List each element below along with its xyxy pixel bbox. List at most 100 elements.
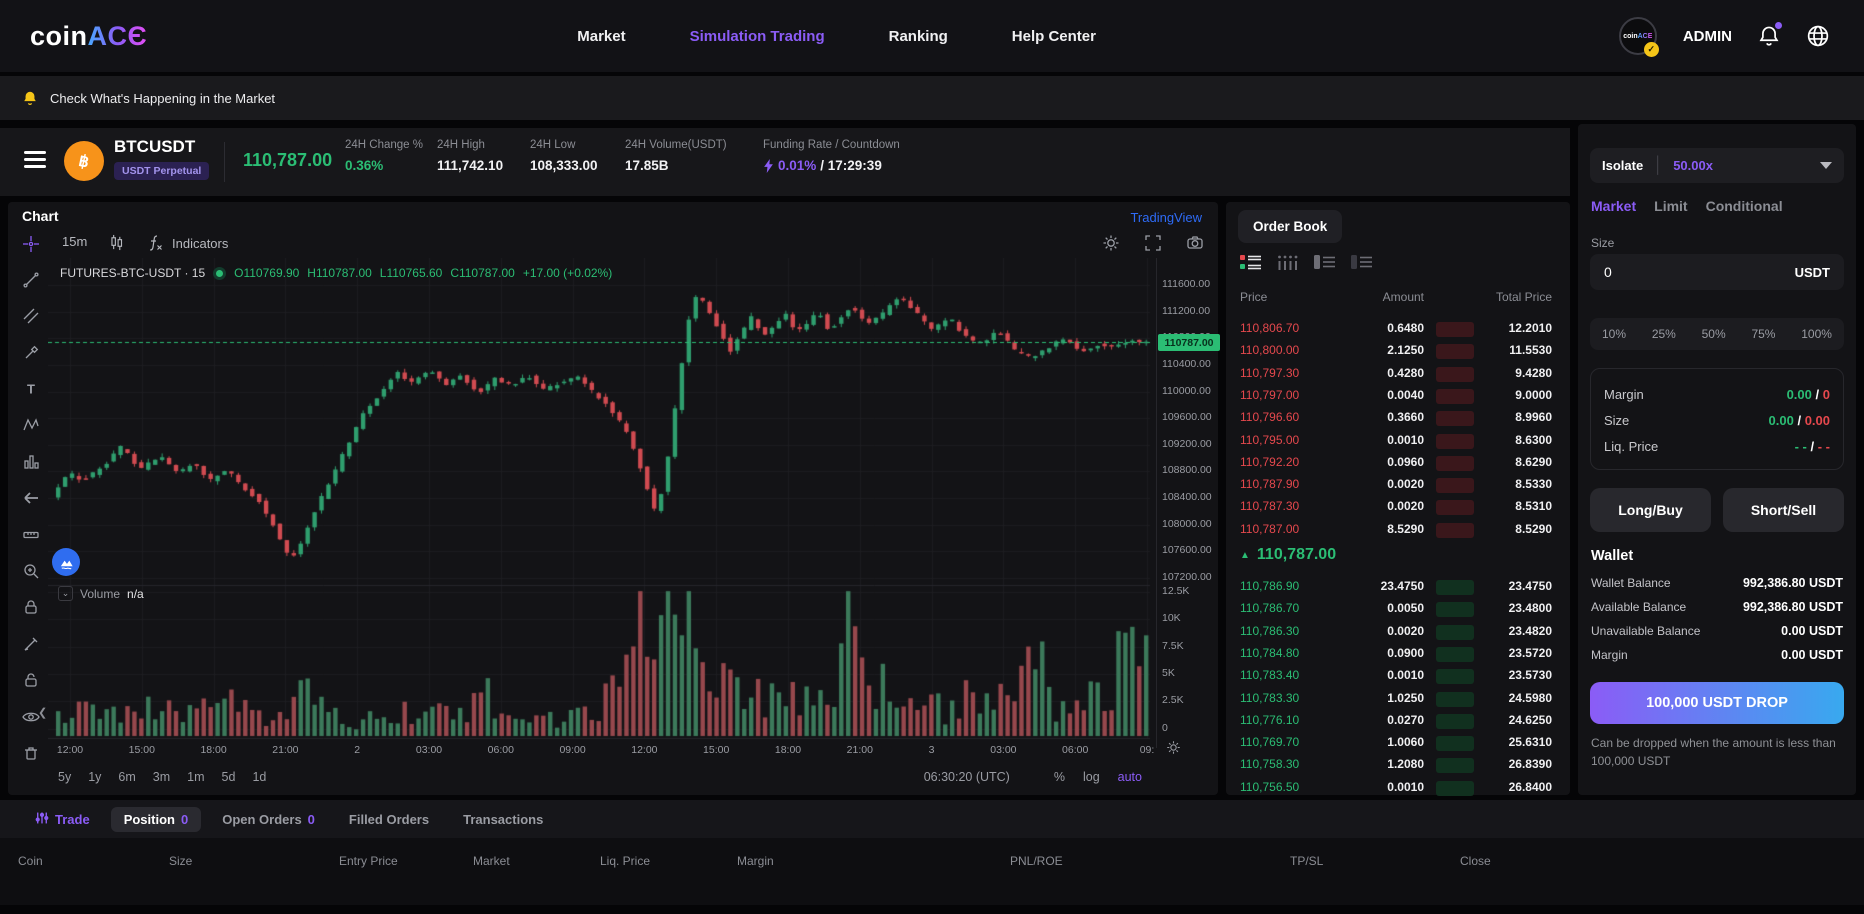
delete-icon[interactable]: [22, 743, 40, 762]
xabcd-pattern-icon[interactable]: [22, 416, 40, 435]
camera-icon[interactable]: [1186, 234, 1204, 257]
order-book-row[interactable]: 110,797.000.00409.0000: [1226, 388, 1570, 408]
order-book-row[interactable]: 110,769.701.006025.6310: [1226, 735, 1570, 755]
zoom-in-icon[interactable]: [22, 562, 40, 581]
trend-line-icon[interactable]: [22, 270, 40, 289]
candle-style-icon[interactable]: [108, 234, 125, 251]
range-button-5d[interactable]: 5d: [222, 770, 236, 784]
order-book-row[interactable]: 110,786.9023.475023.4750: [1226, 579, 1570, 599]
measure-icon[interactable]: [22, 525, 40, 544]
tab-count: 0: [308, 812, 315, 827]
order-book-row[interactable]: 110,776.100.027024.6250: [1226, 713, 1570, 733]
ob-view-bids-only-icon[interactable]: [1351, 254, 1372, 276]
symbol-name[interactable]: BTCUSDT: [114, 137, 195, 157]
order-book-row[interactable]: 110,783.400.001023.5730: [1226, 668, 1570, 688]
order-book-row[interactable]: 110,787.300.00208.5310: [1226, 499, 1570, 519]
ob-price: 110,797.30: [1240, 366, 1299, 380]
mid-price[interactable]: ▲ 110,787.00: [1240, 546, 1336, 564]
order-book-row[interactable]: 110,800.002.125011.5530: [1226, 343, 1570, 363]
unlock-icon[interactable]: [22, 671, 40, 690]
announcement-bar[interactable]: Check What's Happening in the Market: [0, 76, 1864, 120]
order-book-row[interactable]: 110,758.301.208026.8390: [1226, 757, 1570, 777]
order-book-row[interactable]: 110,786.300.002023.4820: [1226, 624, 1570, 644]
order-book-row[interactable]: 110,783.301.025024.5980: [1226, 691, 1570, 711]
percent-button-25%[interactable]: 25%: [1652, 327, 1676, 341]
order-type-tab-market[interactable]: Market: [1591, 198, 1636, 214]
order-book-row[interactable]: 110,787.900.00208.5330: [1226, 477, 1570, 497]
order-book-row[interactable]: 110,795.000.00108.6300: [1226, 433, 1570, 453]
ob-view-columns-icon[interactable]: [1277, 254, 1298, 276]
crosshair-icon[interactable]: [22, 234, 40, 253]
lock-icon[interactable]: [22, 598, 40, 617]
brand-logo[interactable]: coinACЄ: [30, 21, 147, 52]
percent-button-100%[interactable]: 100%: [1801, 327, 1832, 341]
ob-price: 110,787.30: [1240, 499, 1299, 513]
usdt-drop-button[interactable]: 100,000 USDT DROP: [1590, 682, 1844, 724]
candlestick-chart[interactable]: [48, 258, 1158, 748]
volume-axis-label: 7.5K: [1162, 640, 1184, 652]
avatar[interactable]: coinACE ✓: [1619, 17, 1657, 55]
indicators-button[interactable]: Indicators: [146, 234, 228, 252]
axis-settings-gear-icon[interactable]: [1166, 740, 1181, 760]
bottom-tab-trade[interactable]: Trade: [22, 806, 103, 833]
tradingview-link[interactable]: TradingView: [1130, 210, 1202, 225]
order-type-tab-conditional[interactable]: Conditional: [1706, 198, 1783, 214]
order-book-row[interactable]: 110,792.200.09608.6290: [1226, 455, 1570, 475]
order-book-row[interactable]: 110,806.700.648012.2010: [1226, 321, 1570, 341]
order-book-row[interactable]: 110,796.600.36608.9960: [1226, 410, 1570, 430]
nav-item-market[interactable]: Market: [577, 28, 625, 45]
bottom-tab-open-orders[interactable]: Open Orders0: [209, 807, 328, 832]
language-globe-icon[interactable]: [1806, 24, 1830, 48]
ob-price: 110,787.90: [1240, 477, 1299, 491]
nav-item-help-center[interactable]: Help Center: [1012, 28, 1096, 45]
order-book-row[interactable]: 110,756.500.001026.8400: [1226, 780, 1570, 800]
range-button-3m[interactable]: 3m: [153, 770, 170, 784]
menu-hamburger-icon[interactable]: [24, 151, 46, 168]
notifications-bell-icon[interactable]: [1758, 25, 1780, 47]
bottom-tab-filled-orders[interactable]: Filled Orders: [336, 807, 442, 832]
channel-icon[interactable]: [22, 307, 40, 326]
size-input[interactable]: 0 USDT: [1590, 254, 1844, 290]
percent-button-50%[interactable]: 50%: [1702, 327, 1726, 341]
bottom-tab-position[interactable]: Position0: [111, 807, 202, 832]
side-buttons: Long/Buy Short/Sell: [1590, 488, 1844, 532]
arrow-back-icon[interactable]: [22, 489, 40, 508]
percent-button-75%[interactable]: 75%: [1751, 327, 1775, 341]
scale-button-%[interactable]: %: [1054, 770, 1065, 784]
btc-coin-icon: ฿: [64, 141, 104, 181]
margin-leverage-selector[interactable]: Isolate │ 50.00x: [1590, 148, 1844, 183]
chart-clock[interactable]: 06:30:20 (UTC): [924, 770, 1010, 784]
nav-item-ranking[interactable]: Ranking: [889, 28, 948, 45]
range-button-1d[interactable]: 1d: [252, 770, 266, 784]
forecast-icon[interactable]: [22, 452, 40, 471]
percent-button-10%[interactable]: 10%: [1602, 327, 1626, 341]
expand-icon[interactable]: [1144, 234, 1162, 257]
wallet-row: Available Balance992,386.80 USDT: [1591, 600, 1843, 614]
range-button-5y[interactable]: 5y: [58, 770, 71, 784]
ob-view-combined-icon[interactable]: [1240, 254, 1261, 276]
order-book-title[interactable]: Order Book: [1238, 210, 1342, 243]
nav-item-simulation-trading[interactable]: Simulation Trading: [690, 28, 825, 45]
range-button-1m[interactable]: 1m: [187, 770, 204, 784]
brush-icon[interactable]: [22, 343, 40, 362]
scale-button-auto[interactable]: auto: [1118, 770, 1142, 784]
volume-indicator-header[interactable]: ⌄ Volume n/a: [58, 586, 144, 601]
ob-view-asks-only-icon[interactable]: [1314, 254, 1335, 276]
order-book-row[interactable]: 110,786.700.005023.4800: [1226, 601, 1570, 621]
text-icon[interactable]: T: [22, 380, 40, 399]
short-sell-button[interactable]: Short/Sell: [1723, 488, 1844, 532]
order-book-row[interactable]: 110,797.300.42809.4280: [1226, 366, 1570, 386]
order-book-row[interactable]: 110,787.008.52908.5290: [1226, 522, 1570, 542]
order-type-tab-limit[interactable]: Limit: [1654, 198, 1687, 214]
pane-collapse-icon[interactable]: ❮: [38, 706, 47, 719]
scale-button-log[interactable]: log: [1083, 770, 1100, 784]
interval-button[interactable]: 15m: [62, 234, 87, 249]
range-button-6m[interactable]: 6m: [118, 770, 135, 784]
order-book-row[interactable]: 110,784.800.090023.5720: [1226, 646, 1570, 666]
chevron-down-icon[interactable]: ⌄: [58, 586, 73, 601]
long-buy-button[interactable]: Long/Buy: [1590, 488, 1711, 532]
gear-icon[interactable]: [1102, 234, 1120, 257]
edit-icon[interactable]: [22, 634, 40, 653]
range-button-1y[interactable]: 1y: [88, 770, 101, 784]
bottom-tab-transactions[interactable]: Transactions: [450, 807, 556, 832]
